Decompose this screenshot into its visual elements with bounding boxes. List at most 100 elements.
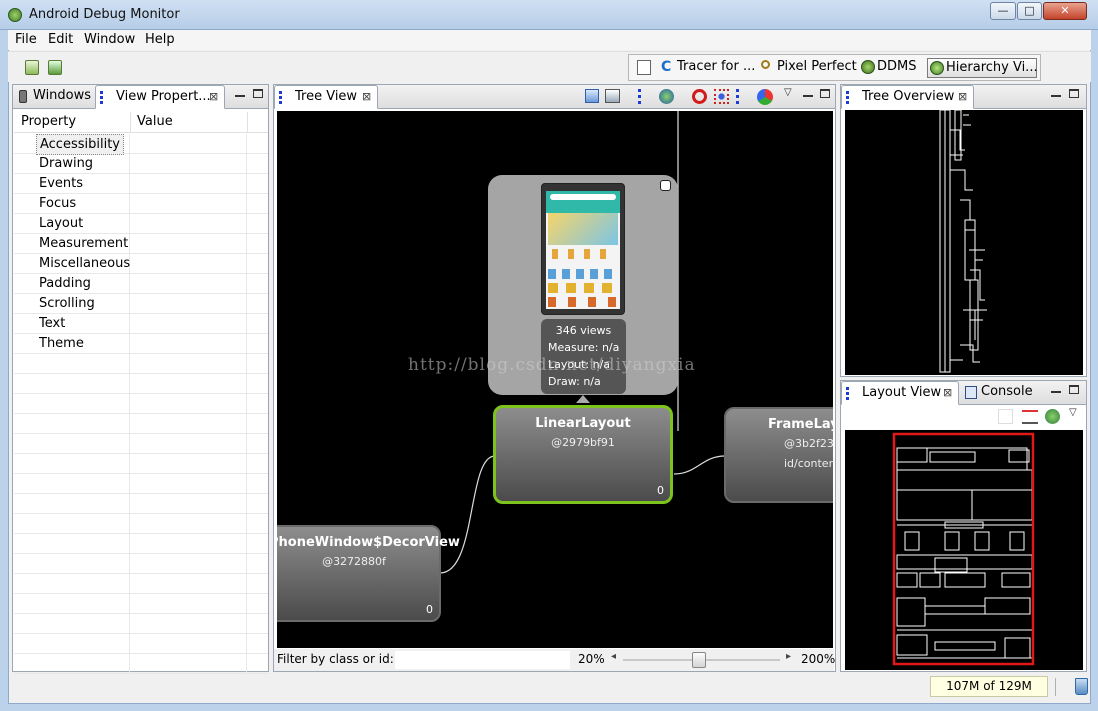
value-cell bbox=[130, 554, 247, 574]
node-frame-layout[interactable]: FrameLay @3b2f23c id/conter bbox=[724, 407, 833, 503]
maximize-panel-icon[interactable] bbox=[820, 89, 832, 101]
node-id: @3b2f23c bbox=[784, 437, 833, 450]
maximize-button[interactable]: □ bbox=[1017, 2, 1042, 20]
property-row[interactable]: Padding bbox=[14, 274, 268, 294]
property-row[interactable] bbox=[14, 374, 268, 394]
tab-windows[interactable]: Windows bbox=[13, 85, 95, 109]
property-row[interactable] bbox=[14, 634, 268, 654]
property-row[interactable]: Scrolling bbox=[14, 294, 268, 314]
close-tab-icon[interactable]: ⊠ bbox=[943, 382, 952, 404]
minimize-panel-icon[interactable] bbox=[1051, 89, 1063, 101]
maximize-panel-icon[interactable] bbox=[253, 89, 265, 101]
capture-layers-icon[interactable] bbox=[605, 89, 620, 103]
property-row[interactable] bbox=[14, 454, 268, 474]
property-row[interactable] bbox=[14, 654, 268, 674]
minimize-panel-icon[interactable] bbox=[803, 89, 815, 101]
property-row[interactable]: Focus bbox=[14, 194, 268, 214]
property-row[interactable]: Layout bbox=[14, 214, 268, 234]
menu-window[interactable]: Window bbox=[84, 32, 135, 47]
chevron-right-icon[interactable]: ▸ bbox=[786, 651, 791, 662]
property-row[interactable] bbox=[14, 434, 268, 454]
property-cell bbox=[14, 314, 130, 334]
tab-tree-overview[interactable]: Tree Overview ⊠ bbox=[841, 85, 974, 109]
chevron-down-icon[interactable]: ▽ bbox=[1069, 407, 1077, 418]
node-linear-layout[interactable]: LinearLayout @2979bf91 0 bbox=[493, 405, 673, 504]
hierarchy-tree-icon[interactable] bbox=[638, 89, 652, 104]
tab-console[interactable]: Console bbox=[961, 381, 1039, 405]
refresh-icon[interactable] bbox=[659, 89, 674, 104]
layout-lines-icon[interactable] bbox=[1022, 410, 1038, 424]
maximize-panel-icon[interactable] bbox=[1069, 385, 1081, 397]
value-cell bbox=[130, 514, 247, 534]
value-cell bbox=[130, 394, 247, 414]
property-column-header[interactable]: Property bbox=[21, 114, 76, 129]
perspective-ddms[interactable]: DDMS bbox=[859, 58, 923, 78]
layout-view-canvas[interactable] bbox=[845, 430, 1083, 670]
minimize-panel-icon[interactable] bbox=[235, 89, 247, 101]
node-count: 0 bbox=[426, 603, 433, 616]
chevron-down-icon[interactable]: ▽ bbox=[784, 87, 792, 98]
preview-banner bbox=[548, 213, 618, 245]
property-row[interactable] bbox=[14, 614, 268, 634]
collapse-icon[interactable] bbox=[660, 180, 671, 191]
filter-input[interactable] bbox=[395, 651, 570, 669]
tab-layout-view[interactable]: Layout View ⊠ bbox=[841, 381, 959, 405]
property-row[interactable]: Miscellaneous bbox=[14, 254, 268, 274]
profile-nodes-icon[interactable] bbox=[757, 89, 773, 105]
perspective-tracer[interactable]: C Tracer for ... bbox=[659, 58, 761, 78]
property-row[interactable] bbox=[14, 594, 268, 614]
perspective-pixel-perfect[interactable]: Pixel Perfect bbox=[759, 58, 863, 78]
close-tab-icon[interactable]: ⊠ bbox=[209, 86, 218, 108]
minimize-button[interactable]: — bbox=[990, 2, 1016, 20]
property-row[interactable]: Events bbox=[14, 174, 268, 194]
maximize-panel-icon[interactable] bbox=[1069, 89, 1081, 101]
refresh-layout-icon[interactable] bbox=[1045, 409, 1060, 424]
node-id: @3272880f bbox=[322, 555, 386, 568]
tab-tree-view[interactable]: Tree View ⊠ bbox=[274, 85, 378, 109]
node-decor-view[interactable]: PhoneWindow$DecorView @3272880f 0 bbox=[277, 525, 460, 622]
zoom-max-label: 200% bbox=[801, 652, 836, 666]
property-row[interactable]: Measurement bbox=[14, 234, 268, 254]
menu-file[interactable]: File bbox=[15, 32, 37, 47]
connector-line bbox=[673, 455, 726, 475]
property-row[interactable]: Theme bbox=[14, 334, 268, 354]
dump-display-list-icon[interactable] bbox=[736, 89, 750, 104]
value-column-header[interactable]: Value bbox=[137, 114, 173, 129]
property-row[interactable]: Accessibility bbox=[14, 134, 268, 155]
property-row[interactable]: Text bbox=[14, 314, 268, 334]
property-row[interactable] bbox=[14, 414, 268, 434]
property-row[interactable] bbox=[14, 574, 268, 594]
close-tab-icon[interactable]: ⊠ bbox=[958, 86, 967, 108]
value-cell bbox=[130, 574, 247, 594]
property-row[interactable]: Drawing bbox=[14, 154, 268, 174]
trash-icon[interactable] bbox=[1075, 678, 1088, 695]
property-row[interactable] bbox=[14, 394, 268, 414]
menu-help[interactable]: Help bbox=[145, 32, 175, 47]
perspective-hierarchy[interactable]: Hierarchy Vi... bbox=[927, 58, 1038, 78]
tab-view-properties[interactable]: View Propert... ⊠ bbox=[95, 85, 225, 109]
property-row[interactable] bbox=[14, 354, 268, 374]
property-row[interactable] bbox=[14, 534, 268, 554]
property-cell bbox=[14, 634, 130, 654]
left-panel-tabbar: Windows View Propert... ⊠ bbox=[13, 85, 268, 109]
zoom-slider-thumb[interactable] bbox=[691, 652, 706, 668]
tree-overview-canvas[interactable] bbox=[845, 110, 1083, 375]
invalidate-icon[interactable] bbox=[692, 89, 707, 104]
property-row[interactable] bbox=[14, 514, 268, 534]
request-layout-icon[interactable] bbox=[714, 89, 729, 104]
save-icon[interactable] bbox=[585, 89, 599, 103]
property-row[interactable] bbox=[14, 474, 268, 494]
property-row[interactable] bbox=[14, 494, 268, 514]
minimize-panel-icon[interactable] bbox=[1051, 385, 1063, 397]
close-window-button[interactable]: ✕ bbox=[1043, 2, 1087, 20]
open-perspective-icon[interactable] bbox=[637, 60, 651, 75]
download-icon[interactable] bbox=[25, 60, 39, 75]
property-row[interactable] bbox=[14, 554, 268, 574]
menu-edit[interactable]: Edit bbox=[48, 32, 73, 47]
tree-view-canvas[interactable]: 346 views Measure: n/a Layout: n/a Draw:… bbox=[277, 111, 833, 648]
device-screen-icon[interactable] bbox=[48, 60, 62, 75]
white-background-icon[interactable] bbox=[998, 409, 1013, 424]
android-app-icon bbox=[8, 8, 22, 22]
close-tab-icon[interactable]: ⊠ bbox=[362, 86, 371, 108]
chevron-left-icon[interactable]: ◂ bbox=[611, 651, 616, 662]
